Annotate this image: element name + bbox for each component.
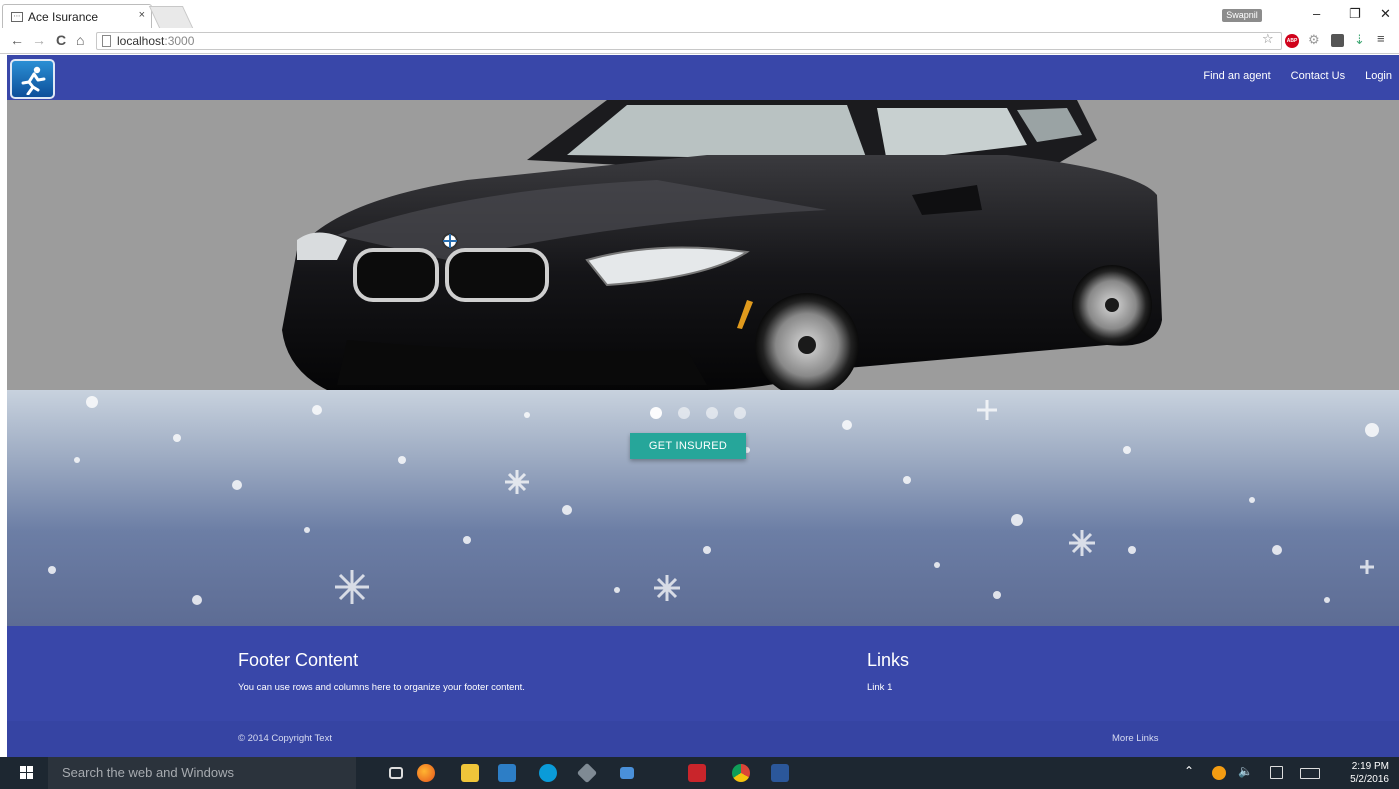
filezilla-icon[interactable]	[688, 764, 706, 782]
carousel-dot-4[interactable]	[734, 407, 746, 419]
address-input[interactable]: localhost:3000	[96, 32, 1282, 50]
get-insured-button[interactable]: GET INSURED	[630, 433, 746, 459]
footer-link-1[interactable]: Link 1	[867, 682, 892, 693]
nav-link-contact[interactable]: Contact Us	[1291, 70, 1345, 82]
file-explorer-icon[interactable]	[461, 764, 479, 782]
page-icon	[102, 35, 111, 47]
footer-copyright-bar: © 2014 Copyright Text More Links	[7, 721, 1399, 757]
carousel-dot-1[interactable]	[650, 407, 662, 419]
action-center-icon[interactable]	[1270, 766, 1283, 779]
clock-date: 5/2/2016	[1350, 774, 1389, 785]
chrome-icon[interactable]	[732, 764, 750, 782]
nav-link-find-agent[interactable]: Find an agent	[1203, 70, 1270, 82]
windows-start-icon[interactable]	[20, 766, 34, 780]
clock-time: 2:19 PM	[1351, 761, 1389, 772]
adblock-icon[interactable]: ABP	[1285, 34, 1299, 48]
skype-icon[interactable]	[539, 764, 557, 782]
footer-links-heading: Links	[867, 650, 910, 670]
url-port: :3000	[164, 34, 195, 48]
minimize-icon[interactable]: –	[1313, 6, 1320, 21]
firefox-icon[interactable]	[417, 764, 435, 782]
taskbar-clock[interactable]: 2:19 PM 5/2/2016	[1350, 760, 1389, 786]
home-icon[interactable]: ⌂	[76, 32, 84, 48]
extension-square-icon[interactable]	[1331, 34, 1344, 47]
footer-heading: Footer Content	[238, 650, 359, 670]
browser-toolbar: ← → C ⌂ localhost:3000 ☆ ABP ⚙ ⇣ ≡	[0, 28, 1399, 54]
carousel-dot-3[interactable]	[706, 407, 718, 419]
menu-icon[interactable]: ≡	[1377, 31, 1385, 46]
network-icon[interactable]	[620, 767, 634, 779]
web-page: Find an agent Contact Us Login GET INSUR…	[7, 55, 1399, 757]
hero-snow-background	[7, 390, 1399, 626]
store-icon[interactable]	[498, 764, 516, 782]
windows-taskbar: Search the web and Windows ⌃ 🔈 2:19 PM 5…	[0, 757, 1399, 789]
tab-close-icon[interactable]: ×	[139, 9, 145, 21]
url-host: localhost	[117, 34, 165, 48]
hero-car-image	[7, 100, 1399, 390]
carousel-indicators	[650, 407, 746, 419]
show-hidden-icons-icon[interactable]: ⌃	[1184, 764, 1194, 778]
car-illustration	[282, 100, 1162, 390]
browser-tab[interactable]: ⋯ Ace Isurance ×	[2, 4, 152, 28]
volume-icon[interactable]: 🔈	[1238, 764, 1253, 778]
tray-app-icon[interactable]	[1212, 766, 1226, 780]
forward-icon[interactable]: →	[32, 32, 46, 48]
keyboard-icon[interactable]	[1300, 768, 1320, 779]
page-favicon-icon: ⋯	[11, 11, 23, 22]
copyright-text: © 2014 Copyright Text	[238, 733, 332, 744]
nav-links: Find an agent Contact Us Login	[1183, 70, 1392, 82]
word-icon[interactable]	[771, 764, 789, 782]
virtualbox-icon[interactable]	[576, 762, 598, 784]
download-icon[interactable]: ⇣	[1354, 32, 1365, 48]
back-icon[interactable]: ←	[10, 32, 24, 48]
task-view-icon[interactable]	[389, 767, 403, 779]
site-navbar: Find an agent Contact Us Login	[7, 55, 1399, 100]
runner-icon	[21, 66, 46, 95]
carousel-dot-2[interactable]	[678, 407, 690, 419]
restore-icon[interactable]: ❐	[1349, 6, 1361, 22]
extension-puzzle-icon[interactable]: ⚙	[1308, 32, 1320, 48]
taskbar-search-input[interactable]: Search the web and Windows	[48, 757, 356, 789]
close-window-icon[interactable]: ✕	[1380, 6, 1391, 22]
browser-titlebar: ⋯ Ace Isurance × Swapnil – ❐ ✕	[0, 0, 1399, 28]
bookmark-star-icon[interactable]: ☆	[1262, 31, 1274, 47]
new-tab-button[interactable]	[148, 6, 194, 28]
footer-text: You can use rows and columns here to org…	[238, 682, 525, 693]
snowflakes-pattern	[48, 396, 1379, 605]
site-logo[interactable]	[10, 59, 55, 99]
tab-title: Ace Isurance	[28, 9, 99, 24]
reload-icon[interactable]: C	[56, 32, 66, 48]
profile-button[interactable]: Swapnil	[1222, 9, 1262, 22]
site-footer: Footer Content You can use rows and colu…	[7, 626, 1399, 757]
more-links[interactable]: More Links	[1112, 733, 1158, 744]
nav-link-login[interactable]: Login	[1365, 70, 1392, 82]
